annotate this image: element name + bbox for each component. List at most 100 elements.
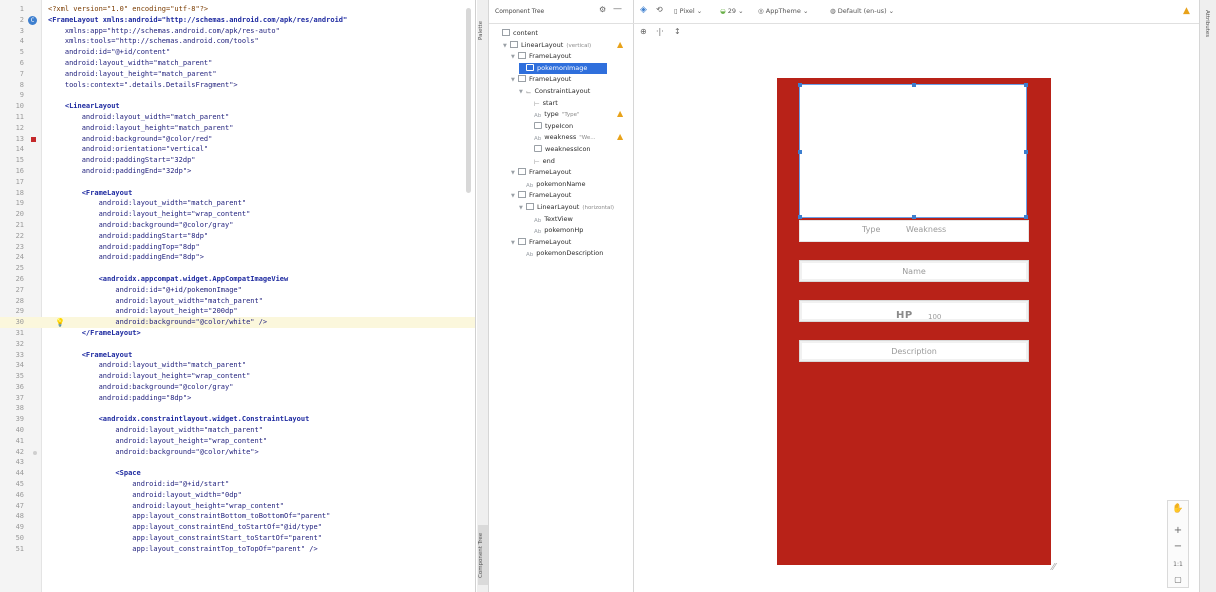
device-selector[interactable]: ▯ Pixel ⌄: [674, 7, 702, 15]
tree-node[interactable]: typeIcon: [527, 121, 573, 132]
code-line[interactable]: 15 android:paddingStart="32dp": [0, 155, 475, 166]
tree-node[interactable]: content: [495, 28, 538, 39]
expand-arrow-icon[interactable]: ▼: [511, 168, 518, 179]
tree-node[interactable]: ▼ FrameLayout: [511, 51, 571, 62]
palette-tab[interactable]: Palette: [478, 10, 488, 50]
code-editor[interactable]: 1 <?xml version="1.0" encoding="utf-8"?> 2…: [0, 0, 476, 592]
code-line[interactable]: 5 android:id="@+id/content": [0, 47, 475, 58]
minimize-icon[interactable]: —: [613, 4, 622, 14]
class-gutter-icon[interactable]: C: [28, 15, 37, 25]
code-line[interactable]: 45 android:id="@+id/start": [0, 479, 475, 490]
guidelines-icon[interactable]: ·|·: [656, 27, 664, 36]
zoom-out-button[interactable]: −: [1168, 541, 1188, 552]
component-tree-tab[interactable]: Component Tree: [478, 525, 488, 585]
code-line[interactable]: 50 app:layout_constraintStart_toStartOf=…: [0, 533, 475, 544]
code-line[interactable]: 33 <FrameLayout: [0, 350, 475, 361]
expand-arrow-icon[interactable]: ▼: [511, 191, 518, 202]
code-line[interactable]: 20 android:layout_height="wrap_content": [0, 209, 475, 220]
resize-handle[interactable]: [912, 83, 916, 87]
code-line[interactable]: 24 android:paddingEnd="8dp">: [0, 252, 475, 263]
gear-icon[interactable]: ⚙: [599, 5, 606, 14]
tree-node[interactable]: Ab pokemonHp: [527, 225, 583, 236]
orientation-icon[interactable]: ⟲: [656, 5, 663, 14]
description-bar[interactable]: Description: [799, 340, 1029, 362]
expand-arrow-icon[interactable]: ▼: [519, 203, 526, 214]
expand-arrow-icon[interactable]: ▼: [511, 52, 518, 63]
code-line[interactable]: 11 android:layout_width="match_parent": [0, 112, 475, 123]
expand-arrow-icon[interactable]: ▼: [503, 41, 510, 52]
pokemon-image-preview[interactable]: [798, 83, 1028, 219]
tree-node[interactable]: ▼ FrameLayout: [511, 237, 571, 248]
code-line[interactable]: 38: [0, 403, 475, 414]
code-line[interactable]: 21 android:background="@color/gray": [0, 220, 475, 231]
editor-scrollbar[interactable]: [466, 8, 471, 193]
code-line[interactable]: 9: [0, 90, 475, 101]
tree-node[interactable]: pokemonImage: [519, 62, 608, 74]
code-line[interactable]: 26 <androidx.appcompat.widget.AppCompatI…: [0, 274, 475, 285]
code-line[interactable]: 13 android:background="@color/red": [0, 134, 475, 145]
design-mode-icon[interactable]: ◈: [640, 5, 647, 15]
theme-selector[interactable]: ◎ AppTheme ⌄: [758, 7, 808, 15]
tree-node[interactable]: weaknessIcon: [527, 144, 591, 155]
code-line[interactable]: 8 tools:context=".details.DetailsFragmen…: [0, 80, 475, 91]
code-line[interactable]: 28 android:layout_width="match_parent": [0, 296, 475, 307]
expand-arrow-icon[interactable]: ▼: [511, 75, 518, 86]
locale-selector[interactable]: ◍ Default (en-us) ⌄: [830, 7, 894, 15]
resize-handle[interactable]: [1024, 83, 1028, 87]
color-swatch-icon[interactable]: [31, 136, 36, 142]
baseline-icon[interactable]: ↕: [674, 27, 681, 36]
code-line[interactable]: 2 C <FrameLayout xmlns:android="http://sch…: [0, 15, 475, 26]
tree-node[interactable]: ▼ ⌙ ConstraintLayout: [519, 86, 590, 97]
tree-node[interactable]: ⊢ end: [527, 156, 555, 167]
code-line[interactable]: 46 android:layout_width="0dp": [0, 490, 475, 501]
code-line[interactable]: 1 <?xml version="1.0" encoding="utf-8"?>: [0, 4, 475, 15]
code-line[interactable]: 49 app:layout_constraintEnd_toStartOf="@…: [0, 522, 475, 533]
resize-handle[interactable]: [912, 215, 916, 219]
resize-handle[interactable]: [798, 83, 802, 87]
code-line[interactable]: 3 xmlns:app="http://schemas.android.com/…: [0, 26, 475, 37]
color-swatch-icon[interactable]: [33, 450, 37, 455]
code-line[interactable]: 10 <LinearLayout: [0, 101, 475, 112]
resize-handle[interactable]: [1024, 150, 1028, 154]
tree-node[interactable]: ▼ LinearLayout (horizontal): [519, 202, 614, 213]
tree-node[interactable]: Ab TextView: [527, 214, 573, 225]
hp-bar[interactable]: HP 100: [799, 300, 1029, 322]
code-line[interactable]: 35 android:layout_height="wrap_content": [0, 371, 475, 382]
zoom-actual-button[interactable]: 1:1: [1168, 561, 1188, 568]
code-line[interactable]: 47 android:layout_height="wrap_content": [0, 501, 475, 512]
warning-icon[interactable]: ▲: [617, 131, 623, 142]
code-line[interactable]: 6 android:layout_width="match_parent": [0, 58, 475, 69]
code-line[interactable]: 7 android:layout_height="match_parent": [0, 69, 475, 80]
zoom-in-button[interactable]: +: [1168, 525, 1188, 536]
code-line[interactable]: 22 android:paddingStart="8dp": [0, 231, 475, 242]
code-line[interactable]: 40 android:layout_width="match_parent": [0, 425, 475, 436]
code-line[interactable]: 48 app:layout_constraintBottom_toBottomO…: [0, 511, 475, 522]
tree-node[interactable]: ▼ LinearLayout (vertical) ▲: [503, 40, 623, 52]
code-line[interactable]: 25: [0, 263, 475, 274]
tree-node[interactable]: ▼ FrameLayout: [511, 167, 571, 178]
code-line[interactable]: 29 android:layout_height="200dp": [0, 306, 475, 317]
code-line[interactable]: 14 android:orientation="vertical": [0, 144, 475, 155]
resize-grip-icon[interactable]: ⁄⁄: [1052, 562, 1055, 573]
code-line[interactable]: 42 android:background="@color/white">: [0, 447, 475, 458]
code-line[interactable]: 43: [0, 457, 475, 468]
code-line[interactable]: 32: [0, 339, 475, 350]
code-line[interactable]: 34 android:layout_width="match_parent": [0, 360, 475, 371]
code-line[interactable]: 41 android:layout_height="wrap_content": [0, 436, 475, 447]
expand-arrow-icon[interactable]: ▼: [511, 238, 518, 249]
api-selector[interactable]: ◒ 29 ⌄: [720, 7, 744, 15]
attributes-tab[interactable]: Attributes: [1204, 10, 1210, 54]
warning-icon[interactable]: ▲: [617, 39, 623, 50]
tree-node[interactable]: ⊢ start: [527, 98, 558, 109]
tree-node[interactable]: Ab pokemonName: [519, 179, 586, 190]
code-line[interactable]: 36 android:background="@color/gray": [0, 382, 475, 393]
resize-handle[interactable]: [798, 150, 802, 154]
code-line[interactable]: 4 xmlns:tools="http://schemas.android.co…: [0, 36, 475, 47]
tree-node[interactable]: ▼ FrameLayout: [511, 74, 571, 85]
code-line[interactable]: 17: [0, 177, 475, 188]
code-line[interactable]: 51 app:layout_constraintTop_toTopOf="par…: [0, 544, 475, 555]
code-line[interactable]: 18 <FrameLayout: [0, 188, 475, 199]
code-line[interactable]: 16 android:paddingEnd="32dp">: [0, 166, 475, 177]
code-line[interactable]: 27 android:id="@+id/pokemonImage": [0, 285, 475, 296]
code-line[interactable]: 23 android:paddingTop="8dp": [0, 242, 475, 253]
